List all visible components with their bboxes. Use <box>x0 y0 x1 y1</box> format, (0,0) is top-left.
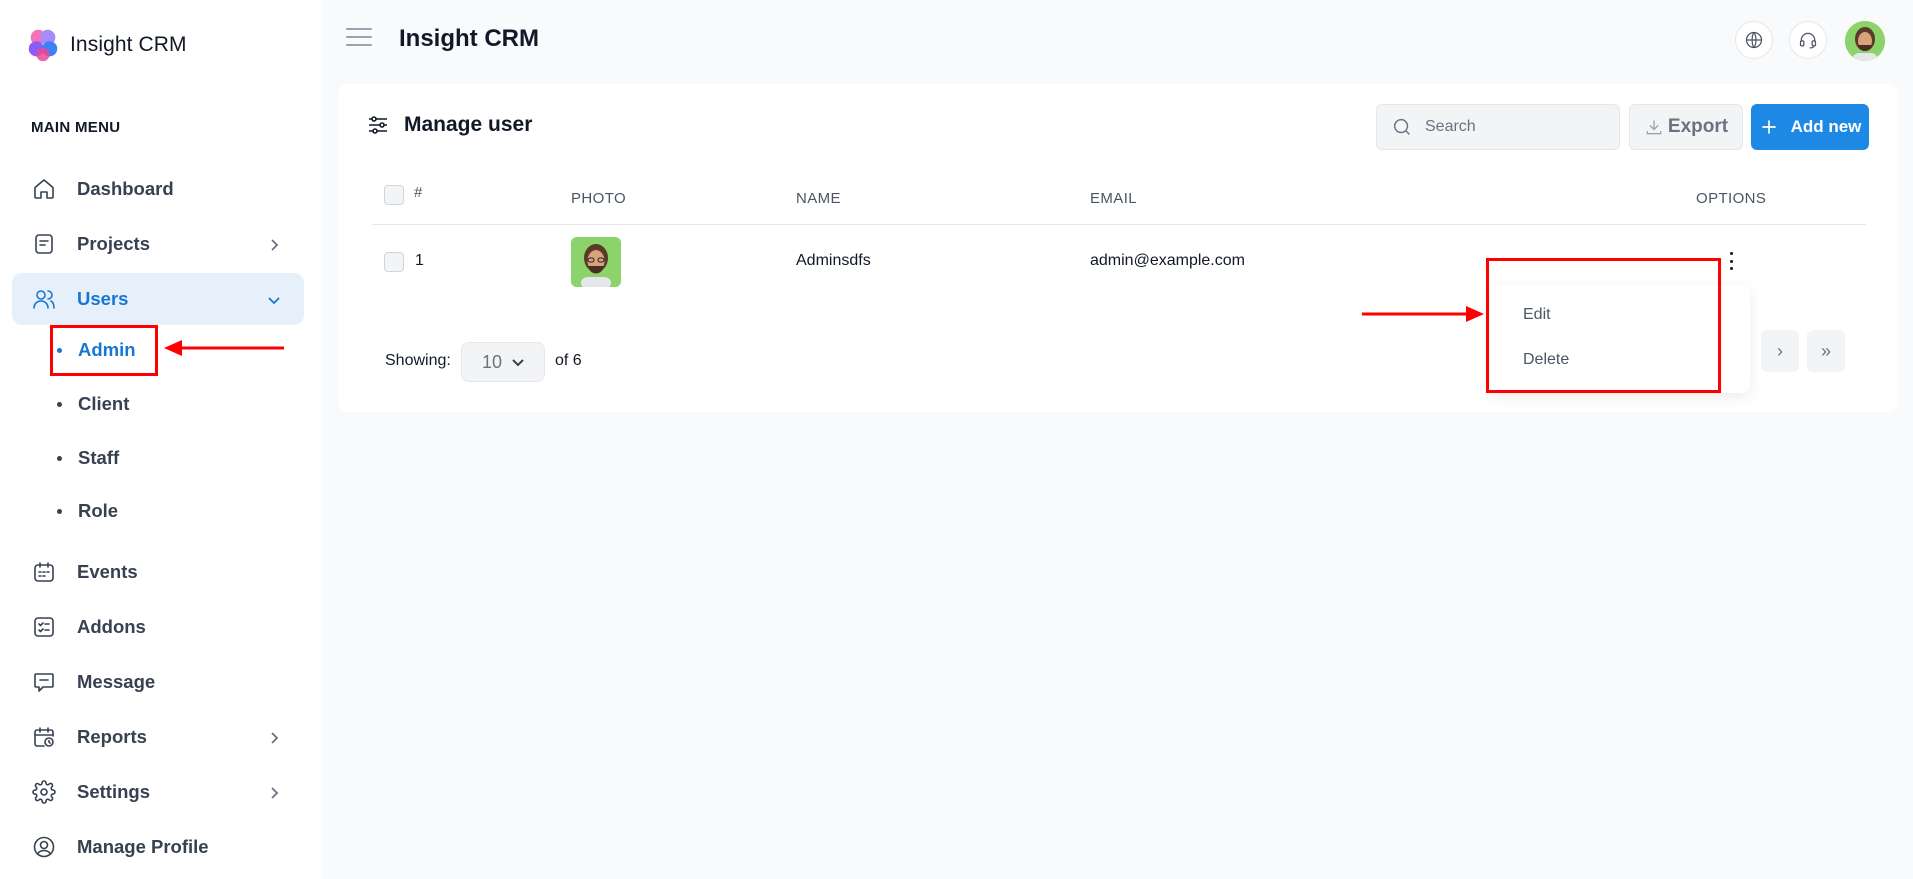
showing-label: Showing: <box>385 352 451 369</box>
column-header-name: NAME <box>796 190 841 207</box>
users-icon <box>31 286 57 312</box>
bullet <box>57 455 62 461</box>
sidebar-item-label: Message <box>77 671 156 692</box>
sidebar-item-label: Reports <box>77 726 147 747</box>
checklist-icon <box>31 614 57 640</box>
column-header-photo: PHOTO <box>571 190 627 207</box>
sidebar-item-projects[interactable]: Projects <box>12 218 304 270</box>
row-name: Adminsdfs <box>796 252 871 269</box>
clipboard-icon <box>31 231 57 257</box>
column-header-options: OPTIONS <box>1696 190 1767 207</box>
headset-icon <box>1799 32 1817 49</box>
sidebar-item-message[interactable]: Message <box>12 656 304 708</box>
row-checkbox[interactable] <box>384 252 404 272</box>
sidebar-item-label: Dashboard <box>77 178 174 199</box>
avatar-portrait <box>1845 21 1885 61</box>
plus-icon <box>1761 120 1776 134</box>
chevron-right-icon <box>266 729 282 745</box>
card-header: Manage user <box>366 113 532 137</box>
user-circle-icon <box>31 834 57 860</box>
sidebar-item-addons[interactable]: Addons <box>12 601 304 653</box>
submenu-item-client[interactable]: Client <box>57 387 129 421</box>
per-page-select[interactable]: 10 <box>461 342 545 382</box>
bullet <box>57 508 62 514</box>
export-button[interactable]: Export <box>1629 104 1743 150</box>
hamburger-menu-icon[interactable] <box>346 28 372 54</box>
annotation-box-dropdown <box>1486 258 1721 393</box>
sidebar-item-label: Projects <box>77 233 151 254</box>
globe-icon <box>1745 31 1763 49</box>
row-user-photo <box>571 237 621 287</box>
per-page-value: 10 <box>482 351 503 372</box>
download-icon <box>1646 120 1662 135</box>
bullet <box>57 401 62 407</box>
row-email: admin@example.com <box>1090 252 1245 269</box>
row-options-icon[interactable] <box>1726 250 1736 272</box>
search-box[interactable] <box>1376 104 1620 150</box>
submenu-item-staff[interactable]: Staff <box>57 441 119 475</box>
column-header-index: # <box>414 184 423 201</box>
chevron-right-icon <box>266 236 282 252</box>
submenu-item-label: Client <box>78 393 130 414</box>
support-button[interactable] <box>1789 21 1827 59</box>
card-title: Manage user <box>404 113 533 136</box>
select-all-checkbox[interactable] <box>384 185 404 205</box>
app-logo[interactable]: Insight CRM <box>24 26 187 64</box>
top-header: Insight CRM <box>322 0 1913 82</box>
header-title: Insight CRM <box>399 25 539 52</box>
annotation-box-admin <box>50 325 158 376</box>
sidebar-item-label: Events <box>77 561 138 582</box>
annotation-arrow-dropdown <box>1362 306 1484 322</box>
user-portrait <box>571 237 621 287</box>
chevron-down-icon <box>266 291 282 307</box>
sidebar-item-users[interactable]: Users <box>12 273 304 325</box>
home-icon <box>31 176 57 202</box>
add-new-label: Add new <box>1790 117 1862 136</box>
main-menu-heading: MAIN MENU <box>31 119 121 136</box>
search-input[interactable] <box>1425 118 1605 136</box>
search-icon <box>1393 118 1410 135</box>
calendar-icon <box>31 559 57 585</box>
add-new-button[interactable]: Add new <box>1751 104 1869 150</box>
sidebar-item-reports[interactable]: Reports <box>12 711 304 763</box>
submenu-item-label: Staff <box>78 447 120 468</box>
annotation-arrow-admin <box>164 340 284 356</box>
table-divider <box>372 224 1866 225</box>
export-label: Export <box>1667 116 1729 137</box>
calendar-clock-icon <box>31 724 57 750</box>
message-icon <box>31 669 57 695</box>
sliders-icon <box>369 116 387 134</box>
sidebar-item-events[interactable]: Events <box>12 546 304 598</box>
app-name: Insight CRM <box>70 33 187 56</box>
sidebar-item-label: Addons <box>77 616 146 637</box>
submenu-item-label: Role <box>78 500 119 521</box>
gear-icon <box>31 779 57 805</box>
sidebar-item-label: Manage Profile <box>77 836 209 857</box>
column-header-email: EMAIL <box>1090 190 1138 207</box>
sidebar-item-manage-profile[interactable]: Manage Profile <box>12 821 304 873</box>
chevron-down-icon <box>512 359 524 367</box>
language-button[interactable] <box>1735 21 1773 59</box>
submenu-item-role[interactable]: Role <box>57 494 118 528</box>
sidebar: Insight CRM MAIN MENU Dashboard Projects… <box>0 0 322 879</box>
sidebar-item-settings[interactable]: Settings <box>12 766 304 818</box>
row-index: 1 <box>415 252 424 269</box>
flower-logo-icon <box>28 29 58 62</box>
sidebar-item-label: Users <box>77 288 129 309</box>
last-page-button[interactable]: » <box>1807 330 1845 372</box>
total-count: of 6 <box>555 352 582 369</box>
user-avatar[interactable] <box>1845 21 1885 61</box>
sidebar-item-dashboard[interactable]: Dashboard <box>12 163 304 215</box>
next-page-button[interactable]: › <box>1761 330 1799 372</box>
chevron-right-icon <box>266 784 282 800</box>
sidebar-item-label: Settings <box>77 781 150 802</box>
